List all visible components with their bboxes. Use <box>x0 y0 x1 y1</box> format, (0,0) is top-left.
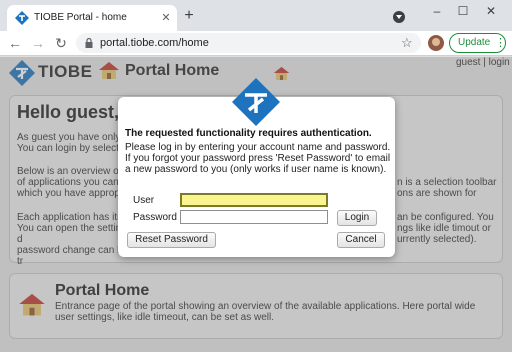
cancel-button[interactable]: Cancel <box>337 232 385 248</box>
user-label: User <box>133 195 155 206</box>
tab-title: TIOBE Portal - home <box>34 12 127 23</box>
login-dialog: The requested functionality requires aut… <box>118 78 395 257</box>
tab-search-icon[interactable] <box>393 11 405 23</box>
dialog-message: Please log in by entering your account n… <box>125 142 391 175</box>
login-button[interactable]: Login <box>337 210 377 226</box>
browser-tab[interactable]: TIOBE Portal - home ✕ <box>7 5 177 31</box>
tab-close-icon[interactable]: ✕ <box>159 11 173 25</box>
maximize-button[interactable]: ☐ <box>450 3 476 19</box>
tab-strip: TIOBE Portal - home ✕ + – ☐ ✕ <box>0 0 512 31</box>
tiobe-favicon-icon <box>15 11 29 25</box>
password-label: Password <box>133 212 177 223</box>
tiobe-dialog-logo-icon <box>232 78 280 126</box>
bookmark-star-icon[interactable]: ☆ <box>401 35 413 51</box>
address-bar[interactable]: portal.tiobe.com/home ☆ <box>76 33 421 53</box>
forward-icon[interactable]: → <box>30 35 46 51</box>
profile-avatar[interactable] <box>428 35 444 51</box>
menu-kebab-icon: ⋮ <box>495 37 506 49</box>
dialog-heading: The requested functionality requires aut… <box>125 128 372 139</box>
url-text: portal.tiobe.com/home <box>100 37 209 49</box>
update-button[interactable]: Update ⋮ <box>449 33 506 53</box>
user-input[interactable] <box>180 193 328 207</box>
browser-toolbar: ← → ↻ portal.tiobe.com/home ☆ Update ⋮ <box>0 31 512 56</box>
back-icon[interactable]: ← <box>7 35 23 51</box>
minimize-button[interactable]: – <box>424 3 450 19</box>
new-tab-button[interactable]: + <box>181 8 197 24</box>
reset-password-button[interactable]: Reset Password <box>127 232 216 248</box>
reload-icon[interactable]: ↻ <box>53 35 69 51</box>
password-input[interactable] <box>180 210 328 224</box>
update-label: Update <box>458 37 491 48</box>
close-window-button[interactable]: ✕ <box>478 3 504 19</box>
lock-icon <box>85 38 93 48</box>
